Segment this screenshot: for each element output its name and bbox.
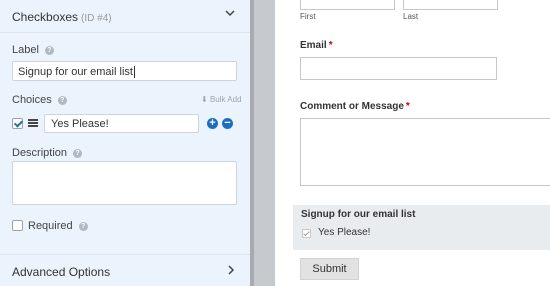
chevron-down-icon[interactable] [225, 8, 235, 18]
help-icon[interactable]: ? [78, 222, 88, 231]
label-input[interactable]: Signup for our email list [12, 61, 237, 81]
last-sublabel: Last [403, 12, 419, 21]
preview-checkbox[interactable] [302, 229, 311, 238]
choices-heading: Choices? [12, 94, 67, 106]
plus-icon[interactable]: + [207, 118, 218, 129]
field-options-header[interactable]: Checkboxes (ID #4) [0, 0, 250, 33]
field-type-title: Checkboxes (ID #4) [12, 10, 112, 24]
download-icon: ⬇ [201, 95, 208, 104]
drag-handle-icon[interactable] [28, 119, 38, 127]
advanced-options-row[interactable]: Advanced Options [0, 254, 250, 286]
checkbox-field-preview[interactable]: Signup for our email list Yes Please! [293, 205, 550, 250]
panel-divider [250, 0, 275, 286]
comment-textarea[interactable] [300, 118, 550, 186]
chevron-right-icon [228, 265, 235, 275]
form-preview: First Last Email * Comment or Message * Si… [275, 0, 550, 286]
description-textarea[interactable] [12, 161, 237, 205]
first-sublabel: First [300, 12, 316, 21]
first-name-input[interactable] [300, 0, 395, 10]
email-input[interactable] [300, 57, 497, 80]
submit-button[interactable]: Submit [300, 258, 359, 280]
label-heading: Label? [12, 44, 54, 56]
choice-input[interactable]: Yes Please! [44, 114, 199, 133]
preview-choice-label: Yes Please! [318, 227, 371, 238]
field-id: (ID #4) [81, 13, 112, 24]
required-label: Required? [28, 220, 88, 232]
description-heading: Description? [12, 147, 83, 159]
help-icon[interactable]: ? [44, 46, 54, 55]
required-checkbox[interactable] [12, 220, 23, 231]
last-name-input[interactable] [403, 0, 498, 10]
required-mark: * [328, 40, 333, 51]
advanced-options-title: Advanced Options [12, 265, 111, 279]
help-icon[interactable]: ? [73, 149, 83, 158]
field-options-panel: Checkboxes (ID #4) Label? Signup for our … [0, 0, 250, 286]
checkbox-field-label: Signup for our email list [301, 209, 416, 220]
bulk-add-link[interactable]: ⬇ Bulk Add [201, 95, 242, 104]
email-label: Email * [300, 40, 333, 51]
text-cursor [133, 66, 135, 78]
required-mark: * [405, 101, 410, 112]
comment-label: Comment or Message * [300, 101, 410, 112]
help-icon[interactable]: ? [57, 96, 67, 105]
minus-icon[interactable]: − [222, 118, 233, 129]
choice-default-checkbox[interactable] [12, 118, 23, 129]
